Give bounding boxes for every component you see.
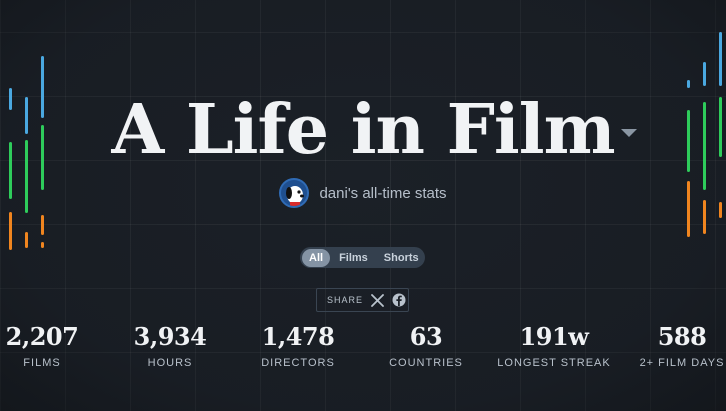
share-label: SHARE [327, 295, 364, 305]
stat-label: HOURS [147, 357, 193, 369]
filter-all-button[interactable]: All [302, 248, 331, 267]
deco-bar [41, 215, 44, 235]
stat-value: 588 [657, 322, 707, 351]
deco-bar [25, 232, 28, 248]
stat-label: LONGEST STREAK [497, 357, 611, 369]
deco-bar [687, 80, 690, 88]
stat-films: 2,207 FILMS [0, 322, 107, 369]
snoopy-avatar-icon [286, 186, 305, 206]
stat-value: 2,207 [5, 322, 79, 351]
x-logo-icon[interactable] [371, 293, 384, 307]
deco-bar [41, 242, 44, 248]
filter-films-button[interactable]: Films [332, 249, 375, 267]
stat-hours: 3,934 HOURS [105, 322, 235, 369]
avatar [279, 178, 310, 208]
stat-value: 191w [519, 322, 589, 351]
stat-countries: 63 COUNTRIES [361, 322, 491, 369]
stat-label: DIRECTORS [261, 357, 335, 369]
stat-value: 1,478 [261, 322, 335, 351]
share-bar: SHARE [316, 288, 409, 312]
title-dropdown-caret-icon[interactable] [621, 129, 637, 137]
deco-bar [719, 32, 722, 86]
stat-value: 3,934 [133, 322, 207, 351]
stat-label: COUNTRIES [389, 357, 463, 369]
filter-shorts-button[interactable]: Shorts [377, 249, 426, 267]
facebook-icon[interactable] [392, 293, 406, 307]
filter-segmented-control: All Films Shorts [300, 247, 425, 268]
stat-value: 63 [409, 322, 443, 351]
deco-bar [703, 62, 706, 86]
page-title: A Life in Film [111, 90, 615, 170]
stats-subtitle: dani's all-time stats [319, 184, 447, 202]
stat-longest-streak: 191w LONGEST STREAK [489, 322, 619, 369]
stat-directors: 1,478 DIRECTORS [233, 322, 363, 369]
stat-2plus-film-days: 588 2+ FILM DAYS [617, 322, 726, 369]
stats-row: 2,207 FILMS 3,934 HOURS 1,478 DIRECTORS … [0, 322, 726, 382]
deco-bar [9, 212, 12, 250]
stat-label: 2+ FILM DAYS [639, 357, 725, 369]
user-info: dani's all-time stats [0, 178, 726, 208]
stat-label: FILMS [23, 357, 61, 369]
